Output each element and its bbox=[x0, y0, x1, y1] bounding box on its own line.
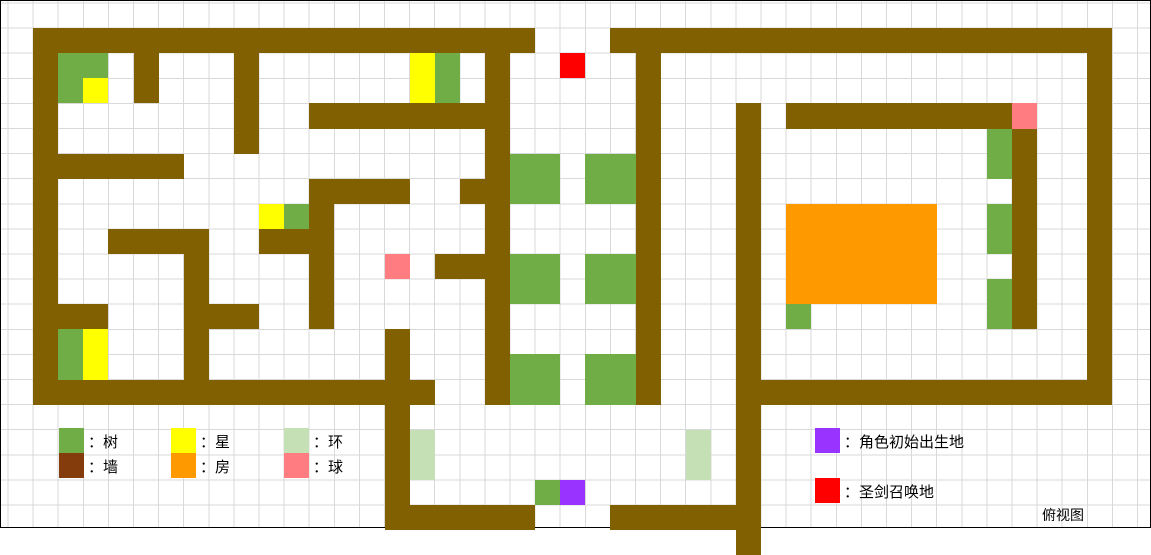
wall-segment bbox=[184, 254, 209, 405]
wall-segment bbox=[385, 505, 535, 530]
wall-segment bbox=[485, 53, 510, 405]
ball-tile bbox=[1012, 103, 1037, 129]
spawn-point bbox=[560, 480, 585, 505]
wall-segment bbox=[610, 505, 761, 530]
tree-tile bbox=[987, 129, 1012, 179]
wall-segment bbox=[33, 154, 184, 179]
tree-tile bbox=[585, 254, 636, 304]
legend-house-label: ：房 bbox=[200, 458, 231, 476]
house-block bbox=[786, 204, 937, 304]
legend-ring-swatch bbox=[284, 428, 309, 453]
tree-tile bbox=[58, 78, 83, 103]
wall-segment bbox=[736, 103, 761, 555]
wall-segment bbox=[309, 179, 410, 204]
wall-segment bbox=[1012, 129, 1037, 329]
tree-tile bbox=[786, 304, 811, 329]
wall-segment bbox=[309, 204, 334, 329]
legend-ball-swatch bbox=[284, 453, 309, 478]
legend-tree-swatch bbox=[59, 428, 84, 453]
legend-wall-swatch bbox=[59, 453, 84, 478]
wall-segment bbox=[435, 254, 485, 279]
top-down-map: ：树 ：墙 ：星 ：房 ：环 ：球 ：角色初始出生地 ：圣剑召唤地 俯视图 bbox=[0, 0, 1151, 555]
wall-segment bbox=[460, 179, 485, 204]
wall-segment bbox=[1087, 28, 1112, 405]
ball-tile bbox=[385, 254, 410, 279]
wall-segment bbox=[209, 304, 259, 329]
tree-tile bbox=[510, 354, 560, 405]
legend-ball-label: ：球 bbox=[313, 458, 344, 476]
tree-tile bbox=[58, 329, 83, 380]
legend-tree-label: ：树 bbox=[88, 433, 119, 451]
wall-segment bbox=[33, 380, 435, 405]
tree-tile bbox=[585, 154, 636, 204]
tree-tile bbox=[510, 254, 560, 304]
legend-ring-label: ：环 bbox=[313, 433, 344, 451]
legend-spawn-label: ：角色初始出生地 bbox=[844, 433, 965, 451]
wall-segment bbox=[33, 28, 535, 53]
legend-sword-swatch bbox=[815, 478, 840, 503]
star-tile bbox=[83, 329, 108, 380]
tree-tile bbox=[535, 480, 560, 505]
wall-segment bbox=[786, 103, 1037, 129]
legend-spawn-swatch bbox=[815, 428, 840, 453]
legend-star-label: ：星 bbox=[200, 433, 231, 451]
tree-tile bbox=[435, 53, 460, 103]
wall-segment bbox=[259, 229, 309, 254]
tree-tile bbox=[510, 154, 560, 204]
tree-tile bbox=[58, 53, 108, 78]
legend-house-swatch bbox=[171, 453, 196, 478]
star-tile bbox=[83, 78, 108, 103]
view-label: 俯视图 bbox=[1042, 508, 1084, 524]
wall-segment bbox=[385, 329, 410, 530]
wall-segment bbox=[134, 53, 159, 103]
tree-tile bbox=[585, 354, 636, 405]
wall-segment bbox=[108, 229, 209, 254]
tree-tile bbox=[284, 204, 309, 229]
wall-segment bbox=[736, 380, 1112, 405]
wall-segment bbox=[33, 304, 108, 329]
sword-summon-point bbox=[560, 53, 585, 78]
tree-tile bbox=[987, 204, 1012, 254]
ring-tile bbox=[410, 430, 435, 480]
legend-star-swatch bbox=[171, 428, 196, 453]
star-tile bbox=[410, 53, 435, 103]
wall-segment bbox=[610, 28, 1112, 53]
wall-segment bbox=[234, 53, 259, 154]
tree-tile bbox=[987, 279, 1012, 329]
wall-segment bbox=[636, 53, 661, 405]
ring-tile bbox=[686, 430, 711, 480]
legend-sword-label: ：圣剑召唤地 bbox=[844, 483, 935, 501]
wall-segment bbox=[309, 103, 485, 129]
wall-segment bbox=[33, 28, 58, 405]
legend-wall-label: ：墙 bbox=[88, 458, 119, 476]
star-tile bbox=[259, 204, 284, 229]
